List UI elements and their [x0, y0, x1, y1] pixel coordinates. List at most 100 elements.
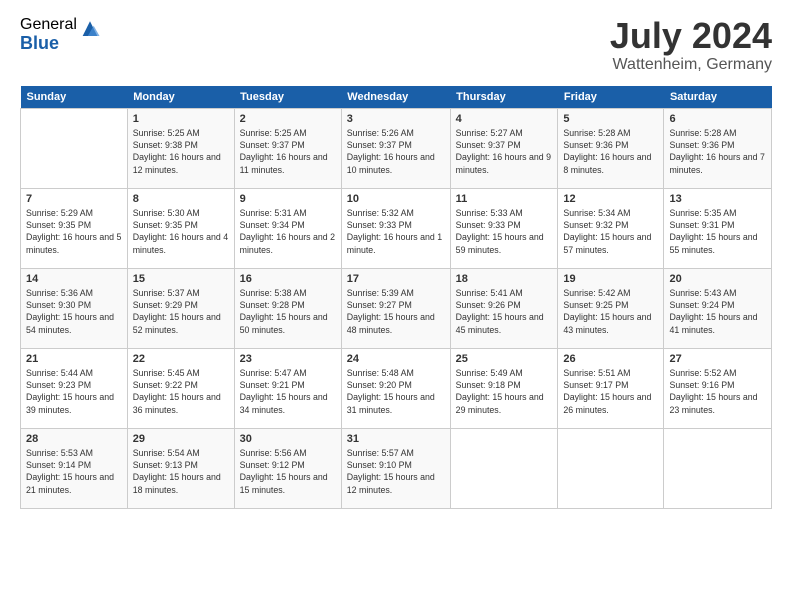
- calendar-cell: 31 Sunrise: 5:57 AMSunset: 9:10 PMDayligh…: [341, 428, 450, 508]
- day-number: 30: [240, 433, 336, 445]
- logo-blue: Blue: [20, 34, 77, 54]
- calendar-cell: 5 Sunrise: 5:28 AMSunset: 9:36 PMDaylight…: [558, 108, 664, 188]
- day-number: 17: [347, 273, 445, 285]
- calendar-cell: 10 Sunrise: 5:32 AMSunset: 9:33 PMDayligh…: [341, 188, 450, 268]
- day-info: Sunrise: 5:34 AMSunset: 9:32 PMDaylight:…: [563, 208, 651, 255]
- day-info: Sunrise: 5:28 AMSunset: 9:36 PMDaylight:…: [563, 128, 651, 175]
- day-number: 15: [133, 273, 229, 285]
- calendar-cell: 6 Sunrise: 5:28 AMSunset: 9:36 PMDaylight…: [664, 108, 772, 188]
- day-number: 6: [669, 113, 766, 125]
- calendar-cell: 16 Sunrise: 5:38 AMSunset: 9:28 PMDayligh…: [234, 268, 341, 348]
- col-saturday: Saturday: [664, 86, 772, 109]
- col-tuesday: Tuesday: [234, 86, 341, 109]
- day-number: 2: [240, 113, 336, 125]
- calendar-cell: [664, 428, 772, 508]
- calendar-cell: 25 Sunrise: 5:49 AMSunset: 9:18 PMDayligh…: [450, 348, 558, 428]
- calendar-cell: 2 Sunrise: 5:25 AMSunset: 9:37 PMDaylight…: [234, 108, 341, 188]
- day-info: Sunrise: 5:25 AMSunset: 9:37 PMDaylight:…: [240, 128, 328, 175]
- day-info: Sunrise: 5:45 AMSunset: 9:22 PMDaylight:…: [133, 368, 221, 415]
- day-number: 8: [133, 193, 229, 205]
- calendar-cell: 13 Sunrise: 5:35 AMSunset: 9:31 PMDayligh…: [664, 188, 772, 268]
- day-number: 18: [456, 273, 553, 285]
- calendar-cell: 28Sunrise: 5:53 AMSunset: 9:14 PMDayligh…: [21, 428, 128, 508]
- day-info: Sunrise: 5:48 AMSunset: 9:20 PMDaylight:…: [347, 368, 435, 415]
- calendar-cell: 24 Sunrise: 5:48 AMSunset: 9:20 PMDayligh…: [341, 348, 450, 428]
- day-number: 4: [456, 113, 553, 125]
- day-info: Sunrise: 5:28 AMSunset: 9:36 PMDaylight:…: [669, 128, 764, 175]
- day-number: 5: [563, 113, 658, 125]
- day-number: 22: [133, 353, 229, 365]
- day-number: 23: [240, 353, 336, 365]
- day-number: 27: [669, 353, 766, 365]
- calendar-cell: 8 Sunrise: 5:30 AMSunset: 9:35 PMDaylight…: [127, 188, 234, 268]
- day-info: Sunrise: 5:31 AMSunset: 9:34 PMDaylight:…: [240, 208, 335, 255]
- day-info: Sunrise: 5:36 AMSunset: 9:30 PMDaylight:…: [26, 288, 114, 335]
- calendar-cell: 21 Sunrise: 5:44 AMSunset: 9:23 PMDayligh…: [21, 348, 128, 428]
- page: General Blue July 2024 Wattenheim, Germa…: [0, 0, 792, 519]
- col-sunday: Sunday: [21, 86, 128, 109]
- calendar-cell: 26Sunrise: 5:51 AMSunset: 9:17 PMDayligh…: [558, 348, 664, 428]
- calendar-week-1: 1 Sunrise: 5:25 AMSunset: 9:38 PMDaylight…: [21, 108, 772, 188]
- day-info: Sunrise: 5:42 AMSunset: 9:25 PMDaylight:…: [563, 288, 651, 335]
- day-number: 16: [240, 273, 336, 285]
- month-title: July 2024: [610, 16, 772, 56]
- calendar-week-2: 7 Sunrise: 5:29 AMSunset: 9:35 PMDaylight…: [21, 188, 772, 268]
- calendar-week-5: 28Sunrise: 5:53 AMSunset: 9:14 PMDayligh…: [21, 428, 772, 508]
- day-number: 7: [26, 193, 122, 205]
- calendar-cell: 27 Sunrise: 5:52 AMSunset: 9:16 PMDayligh…: [664, 348, 772, 428]
- calendar-table: Sunday Monday Tuesday Wednesday Thursday…: [20, 86, 772, 509]
- calendar-cell: 18 Sunrise: 5:41 AMSunset: 9:26 PMDayligh…: [450, 268, 558, 348]
- calendar-cell: [450, 428, 558, 508]
- header: General Blue July 2024 Wattenheim, Germa…: [20, 16, 772, 74]
- day-number: 20: [669, 273, 766, 285]
- logo-text: General Blue: [20, 16, 77, 53]
- calendar-cell: 11 Sunrise: 5:33 AMSunset: 9:33 PMDayligh…: [450, 188, 558, 268]
- day-info: Sunrise: 5:26 AMSunset: 9:37 PMDaylight:…: [347, 128, 435, 175]
- col-friday: Friday: [558, 86, 664, 109]
- day-info: Sunrise: 5:49 AMSunset: 9:18 PMDaylight:…: [456, 368, 544, 415]
- logo-general: General: [20, 16, 77, 34]
- day-number: 28: [26, 433, 122, 445]
- calendar-cell: 1 Sunrise: 5:25 AMSunset: 9:38 PMDaylight…: [127, 108, 234, 188]
- day-number: 21: [26, 353, 122, 365]
- day-info: Sunrise: 5:29 AMSunset: 9:35 PMDaylight:…: [26, 208, 121, 255]
- header-row: Sunday Monday Tuesday Wednesday Thursday…: [21, 86, 772, 109]
- calendar-cell: 30Sunrise: 5:56 AMSunset: 9:12 PMDayligh…: [234, 428, 341, 508]
- logo: General Blue: [20, 16, 101, 53]
- day-number: 25: [456, 353, 553, 365]
- day-info: Sunrise: 5:39 AMSunset: 9:27 PMDaylight:…: [347, 288, 435, 335]
- day-number: 31: [347, 433, 445, 445]
- logo-icon: [79, 18, 101, 40]
- calendar-cell: 19Sunrise: 5:42 AMSunset: 9:25 PMDayligh…: [558, 268, 664, 348]
- day-number: 11: [456, 193, 553, 205]
- day-number: 14: [26, 273, 122, 285]
- day-info: Sunrise: 5:35 AMSunset: 9:31 PMDaylight:…: [669, 208, 757, 255]
- day-info: Sunrise: 5:37 AMSunset: 9:29 PMDaylight:…: [133, 288, 221, 335]
- calendar-cell: 23 Sunrise: 5:47 AMSunset: 9:21 PMDayligh…: [234, 348, 341, 428]
- day-info: Sunrise: 5:30 AMSunset: 9:35 PMDaylight:…: [133, 208, 228, 255]
- day-info: Sunrise: 5:25 AMSunset: 9:38 PMDaylight:…: [133, 128, 221, 175]
- day-info: Sunrise: 5:41 AMSunset: 9:26 PMDaylight:…: [456, 288, 544, 335]
- calendar-body: 1 Sunrise: 5:25 AMSunset: 9:38 PMDaylight…: [21, 108, 772, 508]
- calendar-cell: 20 Sunrise: 5:43 AMSunset: 9:24 PMDayligh…: [664, 268, 772, 348]
- calendar-cell: 17 Sunrise: 5:39 AMSunset: 9:27 PMDayligh…: [341, 268, 450, 348]
- day-number: 26: [563, 353, 658, 365]
- day-info: Sunrise: 5:47 AMSunset: 9:21 PMDaylight:…: [240, 368, 328, 415]
- day-info: Sunrise: 5:57 AMSunset: 9:10 PMDaylight:…: [347, 448, 435, 495]
- day-info: Sunrise: 5:33 AMSunset: 9:33 PMDaylight:…: [456, 208, 544, 255]
- day-info: Sunrise: 5:43 AMSunset: 9:24 PMDaylight:…: [669, 288, 757, 335]
- col-monday: Monday: [127, 86, 234, 109]
- calendar-cell: 22 Sunrise: 5:45 AMSunset: 9:22 PMDayligh…: [127, 348, 234, 428]
- day-number: 1: [133, 113, 229, 125]
- calendar-cell: 14 Sunrise: 5:36 AMSunset: 9:30 PMDayligh…: [21, 268, 128, 348]
- day-info: Sunrise: 5:52 AMSunset: 9:16 PMDaylight:…: [669, 368, 757, 415]
- calendar-cell: [21, 108, 128, 188]
- day-info: Sunrise: 5:38 AMSunset: 9:28 PMDaylight:…: [240, 288, 328, 335]
- day-info: Sunrise: 5:44 AMSunset: 9:23 PMDaylight:…: [26, 368, 114, 415]
- day-info: Sunrise: 5:32 AMSunset: 9:33 PMDaylight:…: [347, 208, 442, 255]
- day-number: 29: [133, 433, 229, 445]
- location-title: Wattenheim, Germany: [610, 56, 772, 74]
- day-number: 13: [669, 193, 766, 205]
- day-number: 10: [347, 193, 445, 205]
- day-number: 24: [347, 353, 445, 365]
